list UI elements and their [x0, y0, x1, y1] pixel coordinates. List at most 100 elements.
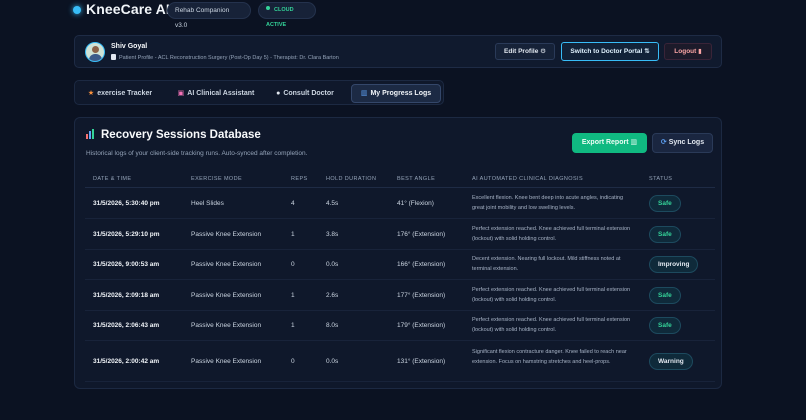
cell-exercise-mode: Passive Knee Extension: [191, 261, 262, 268]
tab-label: exercise Tracker: [97, 90, 153, 97]
version-pill: Rehab Companion v3.0: [167, 2, 251, 29]
switch-doctor-portal-button[interactable]: Switch to Doctor Portal ⇅: [561, 42, 659, 61]
cell-best-angle: 176° (Extension): [397, 231, 446, 238]
top-bar: KneeCare AI Rehab Companion v3.0 CLOUD A…: [0, 0, 806, 29]
patient-name: Shiv Goyal: [111, 43, 148, 50]
sync-logs-button[interactable]: ⟳ Sync Logs: [652, 133, 713, 153]
tab-label: My Progress Logs: [370, 90, 432, 97]
table-row[interactable]: 31/5/2026, 5:29:10 pm Passive Knee Extens…: [85, 219, 715, 250]
export-label: Export Report: [581, 139, 629, 146]
switch-portal-label: Switch to Doctor Portal: [570, 48, 643, 55]
export-report-button[interactable]: Export Report ▥: [572, 133, 647, 153]
chart-icon: ▥: [630, 139, 638, 146]
database-title: Recovery Sessions Database: [86, 129, 261, 141]
cell-date: 31/5/2026, 5:29:10 pm: [93, 231, 160, 238]
table-row[interactable]: 31/5/2026, 2:00:42 am Passive Knee Extens…: [85, 341, 715, 382]
table-header: DATE & TIME EXERCISE MODE REPS HOLD DURA…: [85, 172, 715, 188]
avatar-body: [89, 54, 102, 61]
edit-profile-label: Edit Profile: [504, 48, 539, 55]
cloud-status-label: CLOUD ACTIVE: [266, 7, 294, 28]
cell-diagnosis: Perfect extension reached. Knee achieved…: [472, 226, 631, 242]
cell-exercise-mode: Passive Knee Extension: [191, 231, 262, 238]
cell-reps: 0: [291, 358, 295, 365]
cell-date: 31/5/2026, 2:00:42 am: [93, 358, 160, 365]
cell-best-angle: 166° (Extension): [397, 261, 446, 268]
chart-icon: ▥: [360, 90, 368, 97]
cell-exercise-mode: Passive Knee Extension: [191, 292, 262, 299]
database-subtitle: Historical logs of your client-side trac…: [86, 150, 308, 157]
cell-hold-duration: 3.8s: [326, 231, 339, 238]
cell-diagnosis: Excellent flexion. Knee bent deep into a…: [472, 195, 624, 211]
edit-profile-button[interactable]: Edit Profile ⚙: [495, 43, 555, 60]
column-header[interactable]: DATE & TIME: [93, 176, 131, 182]
cell-best-angle: 41° (Flexion): [397, 200, 434, 207]
tab-consult-doctor[interactable]: ● Consult Doctor: [271, 84, 339, 103]
tab-my-progress-logs[interactable]: ▥ My Progress Logs: [351, 84, 441, 103]
cell-best-angle: 179° (Extension): [397, 322, 446, 329]
status-badge: Safe: [649, 195, 681, 212]
cell-hold-duration: 0.0s: [326, 261, 339, 268]
column-header[interactable]: AI AUTOMATED CLINICAL DIAGNOSIS: [472, 176, 583, 182]
table-row[interactable]: 31/5/2026, 2:09:18 am Passive Knee Extens…: [85, 280, 715, 311]
status-badge: Warning: [649, 353, 693, 370]
cell-exercise-mode: Passive Knee Extension: [191, 358, 262, 365]
gear-icon: ⚙: [540, 48, 546, 55]
tab-label: AI Clinical Assistant: [187, 90, 255, 97]
running-icon: ★: [87, 90, 95, 97]
trash-icon: ▮: [698, 48, 702, 55]
cell-diagnosis: Significant flexion contracture danger. …: [472, 349, 627, 365]
cell-date: 31/5/2026, 9:00:53 am: [93, 261, 160, 268]
cell-reps: 0: [291, 261, 295, 268]
cell-best-angle: 131° (Extension): [397, 358, 446, 365]
avatar[interactable]: [85, 42, 105, 62]
table-row[interactable]: 31/5/2026, 5:30:40 pm Heel Slides 4 4.5s 41°…: [85, 188, 715, 219]
cell-reps: 4: [291, 200, 295, 207]
chat-icon: ●: [276, 90, 281, 97]
status-dot-icon: [266, 6, 270, 10]
cell-hold-duration: 0.0s: [326, 358, 339, 365]
cell-diagnosis: Perfect extension reached. Knee achieved…: [472, 287, 631, 303]
cell-reps: 1: [291, 292, 295, 299]
patient-subtitle: Patient Profile - ACL Reconstruction Sur…: [111, 54, 339, 61]
tab-ai-clinical-assistant[interactable]: ▣ AI Clinical Assistant: [171, 84, 261, 103]
refresh-icon: ⟳: [660, 139, 667, 146]
status-badge: Safe: [649, 287, 681, 304]
cell-diagnosis: Perfect extension reached. Knee achieved…: [472, 317, 631, 333]
cell-exercise-mode: Heel Slides: [191, 200, 224, 207]
database-title-text: Recovery Sessions Database: [101, 129, 261, 141]
cell-date: 31/5/2026, 2:09:18 am: [93, 292, 160, 299]
cell-date: 31/5/2026, 2:06:43 am: [93, 322, 160, 329]
column-header[interactable]: STATUS: [649, 176, 672, 182]
cell-hold-duration: 4.5s: [326, 200, 339, 207]
tab-exercise-tracker[interactable]: ★ exercise Tracker: [81, 84, 159, 103]
column-header[interactable]: HOLD DURATION: [326, 176, 376, 182]
sync-label: Sync Logs: [668, 139, 705, 146]
status-badge: Safe: [649, 226, 681, 243]
main-tabs: ★ exercise Tracker ▣ AI Clinical Assistant…: [74, 80, 444, 105]
cell-exercise-mode: Passive Knee Extension: [191, 322, 262, 329]
column-header[interactable]: REPS: [291, 176, 308, 182]
table-row[interactable]: 31/5/2026, 9:00:53 am Passive Knee Extens…: [85, 250, 715, 280]
cell-date: 31/5/2026, 5:30:40 pm: [93, 200, 160, 207]
recovery-sessions-card: Recovery Sessions Database Historical lo…: [74, 117, 722, 389]
column-header[interactable]: EXERCISE MODE: [191, 176, 242, 182]
swap-arrows-icon: ⇅: [644, 48, 650, 55]
cell-reps: 1: [291, 231, 295, 238]
cell-hold-duration: 2.6s: [326, 292, 339, 299]
cloud-status-pill: CLOUD ACTIVE: [258, 2, 316, 28]
table-row[interactable]: 31/5/2026, 2:06:43 am Passive Knee Extens…: [85, 311, 715, 341]
cell-diagnosis: Decent extension. Nearing full lockout. …: [472, 256, 621, 272]
logo-dot-icon: [73, 6, 81, 14]
logout-label: Logout: [674, 48, 697, 55]
patient-subtitle-text: Patient Profile - ACL Reconstruction Sur…: [119, 55, 339, 61]
logout-button[interactable]: Logout ▮: [664, 43, 712, 60]
cell-reps: 1: [291, 322, 295, 329]
cell-hold-duration: 8.0s: [326, 322, 339, 329]
cell-best-angle: 177° (Extension): [397, 292, 446, 299]
tab-label: Consult Doctor: [283, 90, 334, 97]
column-header[interactable]: BEST ANGLE: [397, 176, 435, 182]
status-badge: Safe: [649, 317, 681, 334]
brand-title: KneeCare AI: [86, 1, 170, 17]
avatar-head: [92, 46, 99, 53]
clipboard-icon: [111, 54, 116, 60]
